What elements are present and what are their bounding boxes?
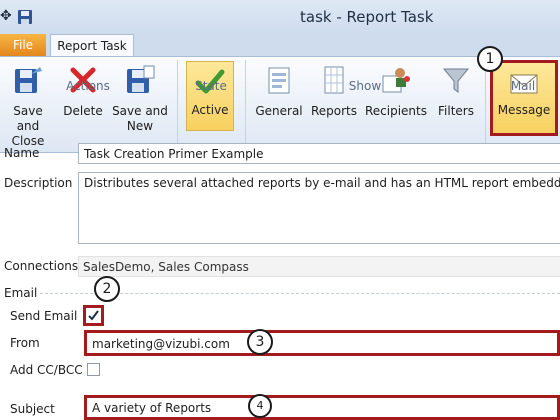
description-label: Description — [4, 176, 73, 190]
name-label: Name — [4, 146, 40, 160]
subject-label: Subject — [10, 402, 55, 416]
window-title: task - Report Task — [300, 8, 434, 26]
checkmark-icon — [88, 310, 99, 321]
callout-2: 2 — [94, 276, 120, 302]
general-button[interactable]: General — [254, 58, 304, 134]
connections-value: SalesDemo, Sales Compass — [78, 256, 560, 277]
save-and-new-button[interactable]: Save and New — [112, 58, 168, 134]
send-email-checkbox[interactable] — [83, 305, 104, 326]
save-icon[interactable] — [17, 9, 33, 25]
name-input[interactable]: Task Creation Primer Example — [78, 143, 560, 164]
message-button[interactable]: Message — [490, 60, 558, 136]
callout-3: 3 — [247, 329, 273, 355]
show-group-label: Show — [348, 79, 382, 93]
app-icon[interactable]: ✥ — [0, 6, 12, 26]
callout-1: 1 — [477, 46, 503, 72]
add-cc-bcc-label: Add CC/BCC — [10, 363, 83, 377]
mail-group-label: Mail — [510, 79, 536, 93]
reports-button[interactable]: Reports — [310, 58, 358, 134]
add-cc-bcc-checkbox[interactable] — [87, 363, 100, 376]
ribbon-separator — [245, 60, 246, 148]
recipients-button[interactable]: Recipients — [364, 58, 428, 134]
tab-file[interactable]: File — [0, 34, 46, 56]
tab-report-task[interactable]: Report Task — [50, 34, 134, 57]
ribbon-separator — [485, 60, 486, 148]
ribbon-separator — [177, 60, 178, 148]
callout-4: 4 — [248, 394, 272, 418]
from-label: From — [10, 336, 40, 350]
description-textarea[interactable]: Distributes several attached reports by … — [78, 172, 560, 244]
email-section-label: Email — [4, 286, 38, 300]
actions-group-label: Actions — [66, 79, 110, 93]
state-group-label: State — [195, 79, 227, 93]
connections-label: Connections — [4, 259, 79, 273]
save-and-close-button[interactable]: Save and Close — [2, 58, 54, 148]
send-email-label: Send Email — [10, 309, 78, 323]
from-input[interactable]: marketing@vizubi.com — [84, 330, 560, 356]
active-toggle-button[interactable]: Active — [186, 61, 234, 131]
filters-button[interactable]: Filters — [434, 58, 478, 134]
delete-button[interactable]: Delete — [60, 58, 106, 134]
subject-input[interactable]: A variety of Reports — [84, 395, 560, 420]
